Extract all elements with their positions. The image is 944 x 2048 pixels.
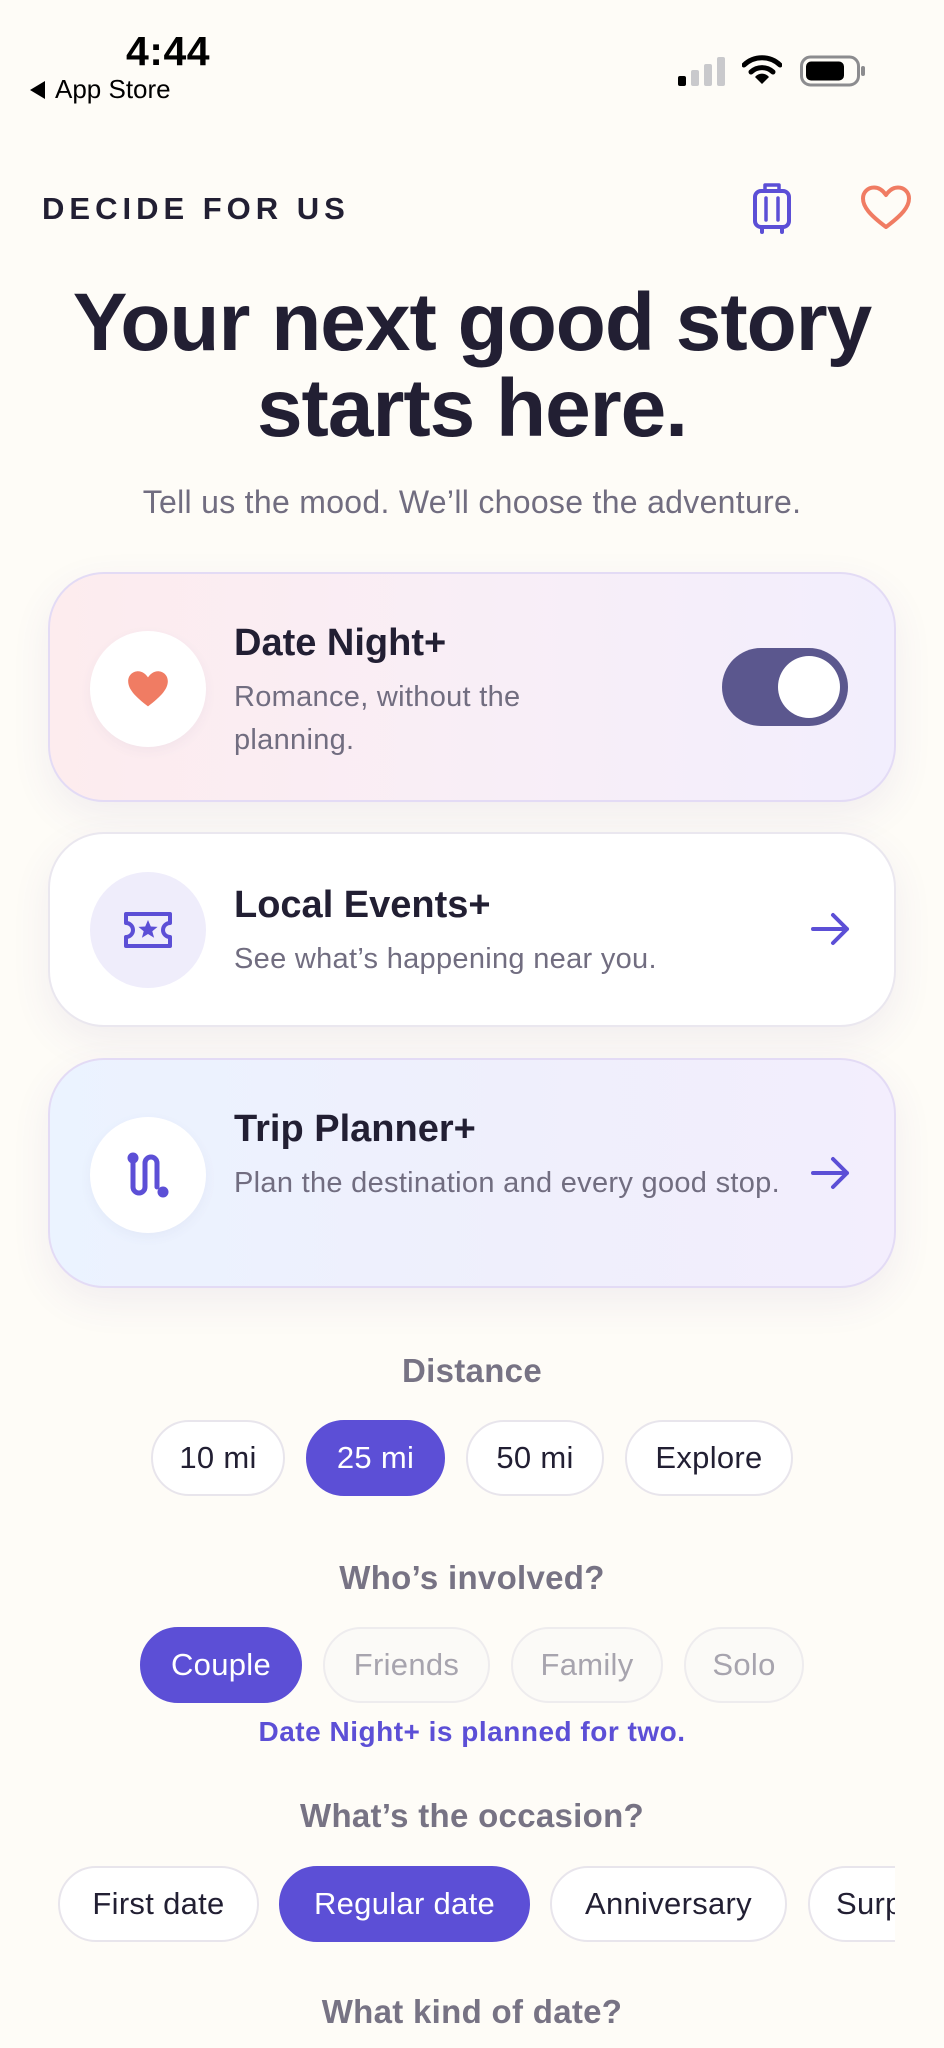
local-events-arrow-icon xyxy=(806,904,856,954)
hero-title: Your next good story starts here. xyxy=(0,280,944,452)
trip-planner-icon-circle xyxy=(90,1117,206,1233)
who-chip-couple[interactable]: Couple xyxy=(140,1627,302,1703)
brand-title: DECIDE FOR US xyxy=(42,191,350,226)
mode-card-trip-planner[interactable]: Trip Planner+ Plan the destination and e… xyxy=(48,1058,896,1288)
mode-card-local-events[interactable]: Local Events+ See what’s happening near … xyxy=(48,832,896,1027)
occasion-chip-regular-date[interactable]: Regular date xyxy=(279,1866,530,1942)
signal-icon xyxy=(678,57,725,86)
ticket-icon xyxy=(124,912,172,948)
back-triangle-icon xyxy=(30,80,45,99)
occasion-chip-surprise[interactable]: Surprise xyxy=(808,1866,895,1942)
mode-card-date-night[interactable]: Date Night+ Romance, without the plannin… xyxy=(48,572,896,802)
back-label: App Store xyxy=(55,74,171,104)
local-events-description: See what’s happening near you. xyxy=(234,943,657,975)
trip-planner-description: Plan the destination and every good stop… xyxy=(234,1167,780,1199)
trip-planner-title: Trip Planner+ xyxy=(234,1108,476,1150)
date-night-description: Romance, without the planning. xyxy=(234,681,521,756)
date-kind-title: What kind of date? xyxy=(321,1993,623,2030)
status-time: 4:44 xyxy=(126,28,211,74)
hero-subtitle: Tell us the mood. We’ll choose the adven… xyxy=(142,484,802,520)
who-note: Date Night+ is planned for two. xyxy=(258,1716,686,1747)
local-events-icon-circle xyxy=(90,872,206,988)
distance-title: Distance xyxy=(402,1352,542,1389)
occasion-chip-first-date[interactable]: First date xyxy=(58,1866,259,1942)
occasion-chip-anniversary[interactable]: Anniversary xyxy=(550,1866,787,1942)
occasion-chip-row[interactable]: First date Regular date Anniversary Surp… xyxy=(0,1864,895,1944)
trips-button[interactable] xyxy=(742,178,802,238)
date-night-title: Date Night+ xyxy=(234,622,447,664)
who-title: Who’s involved? xyxy=(339,1559,605,1596)
luggage-icon xyxy=(753,183,791,234)
distance-chip-explore[interactable]: Explore xyxy=(625,1420,793,1496)
occasion-title: What’s the occasion? xyxy=(300,1797,644,1834)
distance-chip-50[interactable]: 50 mi xyxy=(466,1420,604,1496)
hero-title-line-2: starts here. xyxy=(256,363,688,454)
date-night-icon-circle xyxy=(90,631,206,747)
who-chip-friends[interactable]: Friends xyxy=(323,1627,490,1703)
battery-icon xyxy=(800,55,865,87)
distance-chip-10[interactable]: 10 mi xyxy=(151,1420,285,1496)
route-icon xyxy=(127,1152,169,1198)
trip-planner-arrow-icon xyxy=(806,1148,856,1198)
wifi-icon xyxy=(742,55,782,84)
who-chip-solo[interactable]: Solo xyxy=(684,1627,804,1703)
favorites-button[interactable] xyxy=(856,178,916,238)
who-chip-family[interactable]: Family xyxy=(511,1627,663,1703)
distance-chip-25[interactable]: 25 mi xyxy=(306,1420,445,1496)
hero-title-line-1: Your next good story xyxy=(72,277,873,368)
heart-icon xyxy=(128,671,168,707)
date-night-toggle[interactable] xyxy=(722,648,848,726)
back-to-app-store[interactable]: App Store xyxy=(30,74,171,105)
local-events-title: Local Events+ xyxy=(234,884,491,926)
heart-outline-icon xyxy=(861,185,911,229)
toggle-knob xyxy=(778,656,840,718)
